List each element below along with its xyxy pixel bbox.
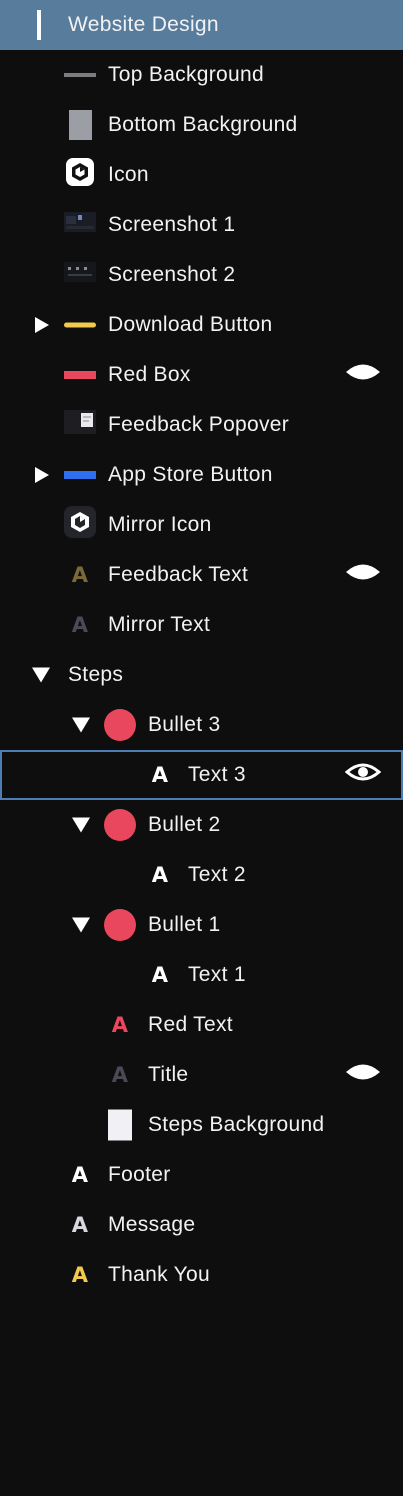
layer-label: Thank You (108, 1263, 210, 1286)
layer-icon[interactable]: Icon (0, 150, 403, 200)
gray-rect-icon (69, 110, 92, 140)
layer-top-background[interactable]: Top Background (0, 50, 403, 100)
expand-arrow-icon[interactable] (35, 467, 49, 483)
visibility-visible-icon[interactable] (344, 761, 382, 789)
layer-label: Footer (108, 1163, 171, 1186)
screenshot-thumbnail-icon (64, 262, 96, 288)
layer-label: Feedback Text (108, 563, 249, 586)
layer-text-1[interactable]: A Text 1 (0, 950, 403, 1000)
layer-label: Icon (108, 163, 149, 186)
white-rect-icon (108, 1109, 132, 1141)
layer-feedback-text[interactable]: A Feedback Text (0, 550, 403, 600)
layer-label: Feedback Popover (108, 413, 290, 436)
red-circle-icon (104, 809, 136, 841)
layer-label: Bullet 2 (148, 813, 221, 836)
layer-label: Bullet 1 (148, 913, 221, 936)
layer-title[interactable]: A Title (0, 1050, 403, 1100)
layer-red-text[interactable]: A Red Text (0, 1000, 403, 1050)
text-icon: A (111, 1013, 129, 1037)
layer-bullet-2[interactable]: Bullet 2 (0, 800, 403, 850)
collapse-arrow-icon[interactable] (72, 917, 90, 933)
text-icon: A (71, 613, 89, 637)
group-marker-icon (37, 10, 41, 40)
layer-label: Website Design (68, 13, 219, 36)
layer-label: Message (108, 1213, 196, 1236)
yellow-bar-icon (64, 322, 96, 328)
layer-bullet-3[interactable]: Bullet 3 (0, 700, 403, 750)
mirror-logo-icon (64, 506, 96, 544)
layer-label: Text 3 (188, 763, 246, 786)
layer-message[interactable]: A Message (0, 1200, 403, 1250)
layer-screenshot-2[interactable]: Screenshot 2 (0, 250, 403, 300)
layer-feedback-popover[interactable]: Feedback Popover (0, 400, 403, 450)
text-icon: A (71, 563, 89, 587)
gray-bar-icon (64, 73, 96, 77)
layer-label: Steps (68, 663, 124, 686)
layer-label: Title (148, 1063, 189, 1086)
text-icon: A (71, 1163, 89, 1187)
visibility-hidden-icon[interactable] (345, 561, 381, 589)
layer-mirror-icon[interactable]: Mirror Icon (0, 500, 403, 550)
layer-footer[interactable]: A Footer (0, 1150, 403, 1200)
blue-bar-icon (64, 471, 96, 479)
visibility-hidden-icon[interactable] (345, 361, 381, 389)
layer-bottom-background[interactable]: Bottom Background (0, 100, 403, 150)
layer-group-website-design[interactable]: Website Design (0, 0, 403, 50)
layer-mirror-text[interactable]: A Mirror Text (0, 600, 403, 650)
layer-label: Bullet 3 (148, 713, 221, 736)
layer-label: Text 1 (188, 963, 246, 986)
layer-screenshot-1[interactable]: Screenshot 1 (0, 200, 403, 250)
text-icon: A (71, 1213, 89, 1237)
mirror-logo-icon (66, 158, 94, 192)
layer-text-2[interactable]: A Text 2 (0, 850, 403, 900)
layer-label: Screenshot 2 (108, 263, 236, 286)
layer-thank-you[interactable]: A Thank You (0, 1250, 403, 1300)
layer-bullet-1[interactable]: Bullet 1 (0, 900, 403, 950)
popover-thumbnail-icon (64, 410, 96, 440)
collapse-arrow-icon[interactable] (72, 717, 90, 733)
layer-app-store-button[interactable]: App Store Button (0, 450, 403, 500)
layers-panel: Website Design Top Background Bottom Bac… (0, 0, 403, 1496)
layer-download-button[interactable]: Download Button (0, 300, 403, 350)
layer-label: Text 2 (188, 863, 246, 886)
red-circle-icon (104, 709, 136, 741)
text-icon: A (151, 963, 169, 987)
layer-label: Bottom Background (108, 113, 298, 136)
red-bar-icon (64, 371, 96, 379)
red-circle-icon (104, 909, 136, 941)
text-icon: A (111, 1063, 129, 1087)
layer-label: Red Box (108, 363, 191, 386)
expand-arrow-icon[interactable] (35, 317, 49, 333)
layer-label: Screenshot 1 (108, 213, 236, 236)
layer-label: Mirror Text (108, 613, 211, 636)
text-icon: A (151, 763, 169, 787)
layer-red-box[interactable]: Red Box (0, 350, 403, 400)
layer-steps-background[interactable]: Steps Background (0, 1100, 403, 1150)
layer-text-3[interactable]: A Text 3 (0, 750, 403, 800)
layer-label: Steps Background (148, 1113, 325, 1136)
layer-label: Mirror Icon (108, 513, 212, 536)
text-icon: A (71, 1263, 89, 1287)
layer-group-steps[interactable]: Steps (0, 650, 403, 700)
layer-label: App Store Button (108, 463, 273, 486)
collapse-arrow-icon[interactable] (72, 817, 90, 833)
layer-label: Top Background (108, 63, 264, 86)
visibility-hidden-icon[interactable] (345, 1061, 381, 1089)
screenshot-thumbnail-icon (64, 212, 96, 238)
text-icon: A (151, 863, 169, 887)
collapse-arrow-icon[interactable] (32, 667, 50, 683)
layer-label: Red Text (148, 1013, 233, 1036)
layer-label: Download Button (108, 313, 273, 336)
